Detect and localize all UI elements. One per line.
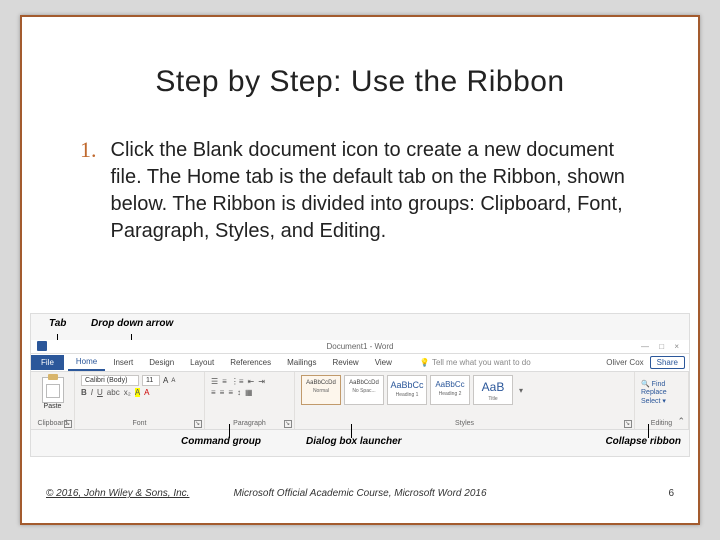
style-name: Normal bbox=[302, 388, 340, 394]
callout-collapse: Collapse ribbon bbox=[605, 436, 681, 447]
find-label: Find bbox=[652, 381, 666, 388]
dialog-launcher-icon[interactable] bbox=[624, 420, 632, 428]
slide-title: Step by Step: Use the Ribbon bbox=[22, 65, 698, 99]
indent-right-icon[interactable]: ⇥ bbox=[258, 377, 265, 386]
group-styles: AaBbCcDd Normal AaBbCcDd No Spac... AaBb… bbox=[295, 372, 635, 429]
italic-icon[interactable]: I bbox=[91, 388, 93, 397]
slide-footer: © 2016, John Wiley & Sons, Inc. Microsof… bbox=[46, 488, 674, 499]
style-heading1[interactable]: AaBbCc Heading 1 bbox=[387, 375, 427, 405]
style-nospacing[interactable]: AaBbCcDd No Spac... bbox=[344, 375, 384, 405]
style-sample: AaBbCc bbox=[388, 380, 426, 390]
copyright-text: © 2016, John Wiley & Sons, Inc. bbox=[46, 488, 189, 499]
window-buttons[interactable]: — □ × bbox=[641, 342, 683, 351]
dialog-launcher-icon[interactable] bbox=[194, 420, 202, 428]
callout-dialog-launcher: Dialog box launcher bbox=[306, 436, 402, 447]
style-name: No Spac... bbox=[345, 388, 383, 394]
paragraph-label: Paragraph bbox=[211, 420, 288, 427]
shrink-font-icon[interactable]: A bbox=[171, 378, 175, 384]
tab-mailings[interactable]: Mailings bbox=[279, 355, 324, 370]
dialog-launcher-icon[interactable] bbox=[64, 420, 72, 428]
tab-layout[interactable]: Layout bbox=[182, 355, 222, 370]
course-text: Microsoft Official Academic Course, Micr… bbox=[233, 488, 486, 499]
group-clipboard: Paste Clipboard bbox=[31, 372, 75, 429]
bullets-icon[interactable]: ☰ bbox=[211, 377, 218, 386]
group-font: Calibri (Body) 11 A A B I U abc x₂ A A F… bbox=[75, 372, 205, 429]
subscript-icon[interactable]: x₂ bbox=[124, 388, 131, 397]
style-name: Title bbox=[474, 396, 512, 402]
align-center-icon[interactable]: ≡ bbox=[220, 388, 225, 397]
style-title[interactable]: AaB Title bbox=[473, 375, 513, 405]
paste-label: Paste bbox=[37, 403, 68, 410]
paste-icon[interactable] bbox=[42, 377, 64, 403]
style-name: Heading 1 bbox=[388, 392, 426, 398]
callout-bottom-row: Command group Dialog box launcher Collap… bbox=[31, 436, 689, 454]
replace-button[interactable]: Replace bbox=[641, 389, 682, 396]
indent-left-icon[interactable]: ⇤ bbox=[248, 377, 255, 386]
tab-insert[interactable]: Insert bbox=[105, 355, 141, 370]
titlebar: Document1 - Word — □ × bbox=[31, 340, 689, 354]
style-sample: AaB bbox=[474, 380, 512, 394]
style-sample: AaBbCcDd bbox=[345, 380, 383, 386]
highlight-icon[interactable]: A bbox=[135, 388, 140, 397]
body-text: Click the Blank document icon to create … bbox=[111, 137, 641, 245]
bold-icon[interactable]: B bbox=[81, 388, 87, 397]
numbering-icon[interactable]: ≡ bbox=[222, 377, 227, 386]
leader-line bbox=[351, 424, 352, 438]
callout-dropdown: Drop down arrow bbox=[91, 318, 173, 329]
leader-line bbox=[648, 424, 649, 438]
select-label: Select bbox=[641, 398, 660, 405]
tab-home[interactable]: Home bbox=[68, 354, 105, 371]
style-heading2[interactable]: AaBbCc Heading 2 bbox=[430, 375, 470, 405]
page-number: 6 bbox=[668, 488, 674, 499]
tab-references[interactable]: References bbox=[222, 355, 279, 370]
style-normal[interactable]: AaBbCcDd Normal bbox=[301, 375, 341, 405]
find-button[interactable]: 🔍 Find bbox=[641, 380, 682, 388]
line-spacing-icon[interactable]: ↕ bbox=[237, 388, 241, 397]
grow-font-icon[interactable]: A bbox=[163, 376, 168, 385]
style-name: Heading 2 bbox=[431, 391, 469, 397]
body-content: 1. Click the Blank document icon to crea… bbox=[80, 137, 640, 245]
shading-icon[interactable]: ▦ bbox=[245, 388, 253, 397]
ribbon-commands: Paste Clipboard Calibri (Body) 11 A A B … bbox=[31, 372, 689, 430]
leader-line bbox=[229, 424, 230, 438]
tell-me-search[interactable]: 💡 Tell me what you want to do bbox=[400, 358, 600, 367]
tab-view[interactable]: View bbox=[367, 355, 400, 370]
collapse-ribbon-icon[interactable]: ⌃ bbox=[677, 416, 685, 427]
font-name-dropdown[interactable]: Calibri (Body) bbox=[81, 375, 139, 386]
dialog-launcher-icon[interactable] bbox=[284, 420, 292, 428]
replace-label: Replace bbox=[641, 389, 667, 396]
align-left-icon[interactable]: ≡ bbox=[211, 388, 216, 397]
user-name[interactable]: Oliver Cox bbox=[600, 358, 649, 367]
ribbon-tabs: File Home Insert Design Layout Reference… bbox=[31, 354, 689, 372]
tab-review[interactable]: Review bbox=[324, 355, 366, 370]
slide: Step by Step: Use the Ribbon 1. Click th… bbox=[20, 15, 700, 525]
style-sample: AaBbCc bbox=[431, 380, 469, 389]
save-icon[interactable] bbox=[37, 341, 47, 351]
tab-file[interactable]: File bbox=[31, 355, 64, 370]
font-color-icon[interactable]: A bbox=[144, 388, 149, 397]
callout-command-group: Command group bbox=[181, 436, 261, 447]
font-label: Font bbox=[81, 420, 198, 427]
document-title: Document1 - Word bbox=[327, 342, 394, 351]
ribbon-screenshot: Tab Drop down arrow Document1 - Word — □… bbox=[30, 313, 690, 457]
share-button[interactable]: Share bbox=[650, 356, 685, 369]
select-button[interactable]: Select ▾ bbox=[641, 397, 682, 405]
multilevel-icon[interactable]: ⋮≡ bbox=[231, 377, 244, 386]
strike-icon[interactable]: abc bbox=[107, 388, 120, 397]
align-right-icon[interactable]: ≡ bbox=[228, 388, 233, 397]
callout-tab: Tab bbox=[49, 318, 66, 329]
tab-design[interactable]: Design bbox=[141, 355, 182, 370]
tell-me-text: Tell me what you want to do bbox=[432, 358, 531, 367]
list-number: 1. bbox=[80, 137, 97, 245]
group-paragraph: ☰ ≡ ⋮≡ ⇤ ⇥ ≡ ≡ ≡ ↕ ▦ Paragraph bbox=[205, 372, 295, 429]
font-size-dropdown[interactable]: 11 bbox=[142, 375, 160, 386]
styles-more-icon[interactable]: ▾ bbox=[516, 386, 526, 395]
style-sample: AaBbCcDd bbox=[302, 380, 340, 386]
callout-top-row: Tab Drop down arrow bbox=[31, 318, 689, 338]
underline-icon[interactable]: U bbox=[97, 388, 103, 397]
